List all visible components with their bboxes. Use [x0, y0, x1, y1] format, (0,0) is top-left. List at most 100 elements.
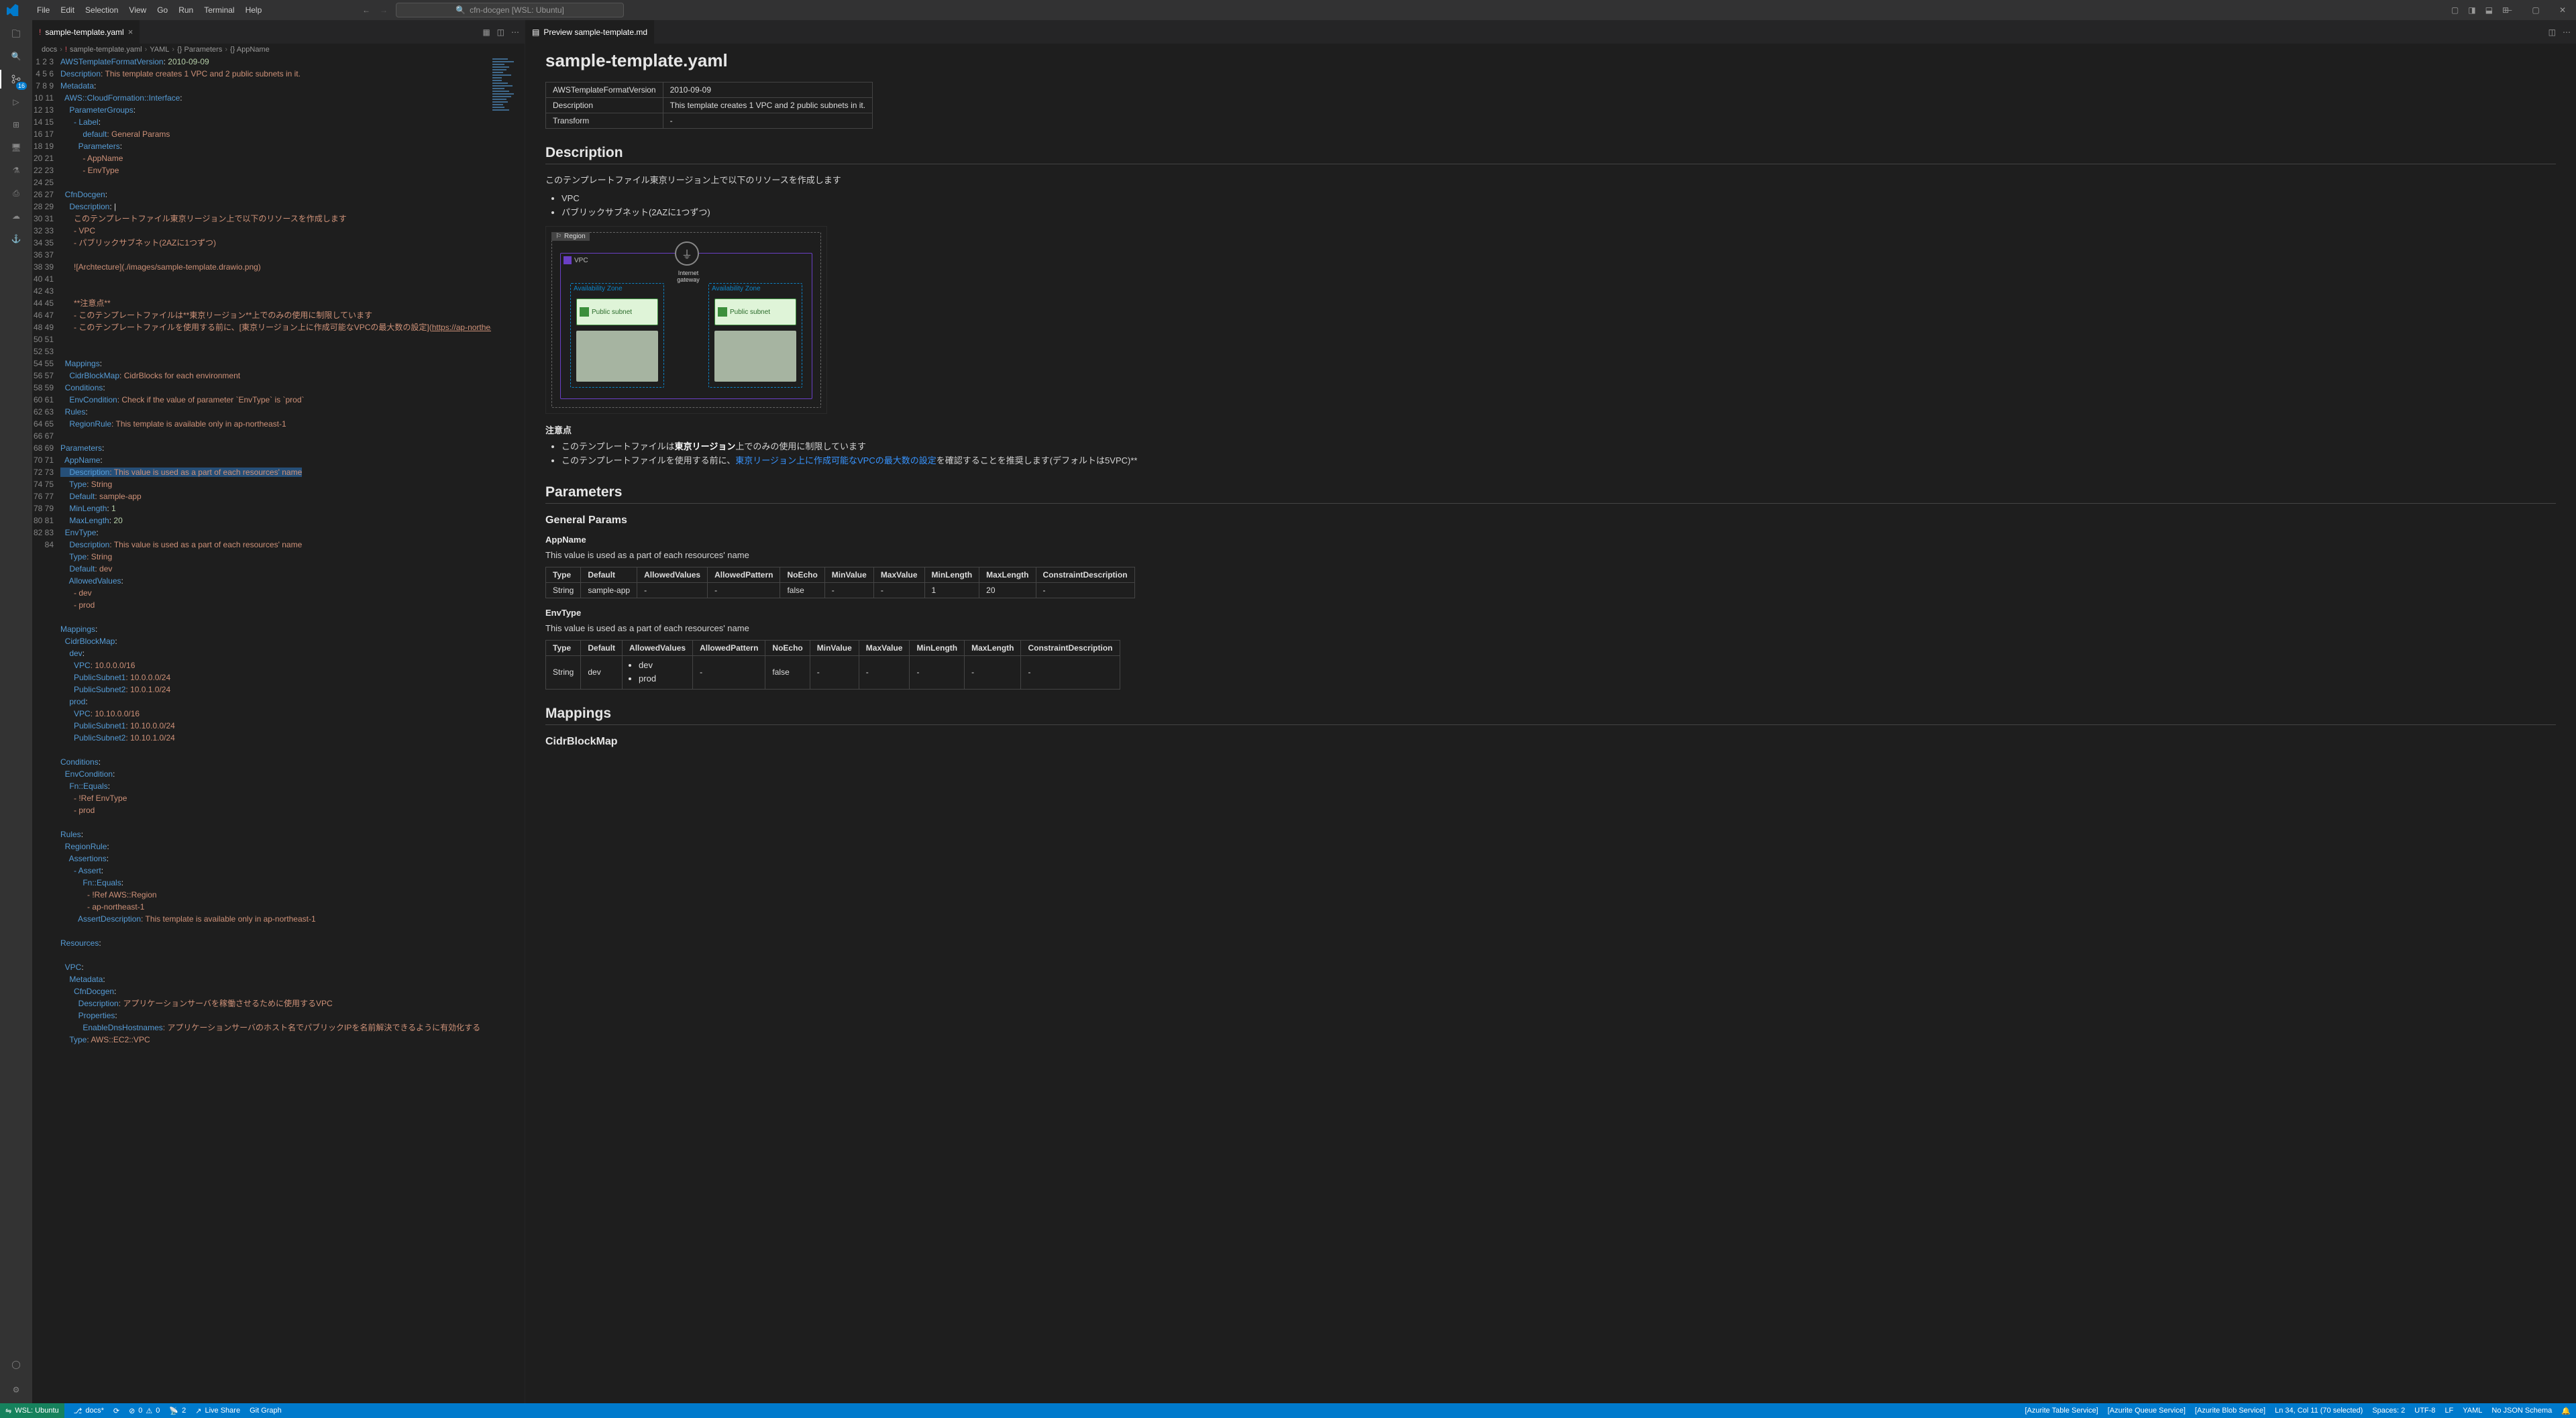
cidrblockmap-heading: CidrBlockMap [545, 736, 2556, 748]
editor-tabs-left: ! sample-template.yaml × ▦ ◫ ⋯ [32, 20, 525, 44]
status-sync[interactable]: ⟳ [113, 1407, 119, 1415]
preview-title: sample-template.yaml [545, 50, 2556, 71]
scm-badge: 16 [16, 82, 27, 90]
editor-group-left: ! sample-template.yaml × ▦ ◫ ⋯ docs› ! s… [32, 20, 525, 1403]
remote-explorer-icon[interactable]: 🖥 [7, 138, 25, 157]
code-text[interactable]: AWSTemplateFormatVersion: 2010-09-09 Des… [60, 56, 491, 1403]
status-eol[interactable]: LF [2445, 1407, 2453, 1415]
status-schema[interactable]: No JSON Schema [2491, 1407, 2552, 1415]
source-control-icon[interactable]: 16 [7, 70, 25, 89]
crumb-parameters[interactable]: {} Parameters [177, 46, 222, 54]
menu-help[interactable]: Help [241, 3, 267, 17]
search-icon[interactable]: 🔍 [7, 47, 25, 66]
minimap[interactable] [491, 56, 525, 1403]
status-bell-icon[interactable]: 🔔 [2561, 1407, 2571, 1415]
tab-preview[interactable]: ▤ Preview sample-template.md [525, 20, 655, 44]
status-ports[interactable]: 📡2 [169, 1407, 186, 1415]
title-bar: File Edit Selection View Go Run Terminal… [0, 0, 2576, 20]
toggle-panel-icon[interactable]: ▢ [2451, 5, 2459, 15]
activity-bar: 🔍 16 ▷ ⊞ 🖥 ⚗ ⎙ ☁ ⚓ ◯ ⚙ [0, 20, 32, 1403]
menu-bar: File Edit Selection View Go Run Terminal… [0, 3, 266, 17]
description-list: VPC パブリックサブネット(2AZに1つずつ) [545, 192, 2556, 220]
appname-table: TypeDefaultAllowedValuesAllowedPatternNo… [545, 567, 1135, 598]
markdown-preview[interactable]: sample-template.yaml AWSTemplateFormatVe… [525, 44, 2576, 1403]
status-cursor[interactable]: Ln 34, Col 11 (70 selected) [2275, 1407, 2363, 1415]
extensions-icon[interactable]: ⊞ [7, 115, 25, 134]
description-heading: Description [545, 145, 2556, 164]
status-language[interactable]: YAML [2463, 1407, 2482, 1415]
nav-forward-icon[interactable]: → [380, 5, 388, 15]
error-icon: ⊘ [129, 1407, 135, 1415]
status-gitgraph[interactable]: Git Graph [250, 1407, 282, 1415]
crumb-file[interactable]: sample-template.yaml [70, 46, 142, 54]
status-liveshare[interactable]: ↗Live Share [195, 1407, 240, 1415]
status-branch[interactable]: ⎇docs* [74, 1407, 104, 1415]
docker-icon[interactable]: ⚓ [7, 229, 25, 248]
status-right: [Azurite Table Service] [Azurite Queue S… [2025, 1407, 2571, 1415]
status-encoding[interactable]: UTF-8 [2414, 1407, 2435, 1415]
envtype-heading: EnvType [545, 608, 2556, 618]
description-text: このテンプレートファイル東京リージョン上で以下のリソースを作成します [545, 174, 2556, 188]
igw-icon: ⏚ [675, 241, 699, 266]
tab-sample-template[interactable]: ! sample-template.yaml × [32, 20, 140, 44]
split-editor-icon[interactable]: ◫ [497, 28, 504, 37]
split-editor-right-icon[interactable]: ◫ [2548, 28, 2556, 37]
search-icon: 🔍 [455, 5, 466, 15]
note-list: このテンプレートファイルは東京リージョン上でのみの使用に制限しています このテン… [545, 440, 2556, 468]
menu-file[interactable]: File [32, 3, 54, 17]
code-editor[interactable]: 1 2 3 4 5 6 7 8 9 10 11 12 13 14 15 16 1… [32, 56, 525, 1403]
preview-icon: ▤ [532, 28, 539, 37]
preview-tab-label: Preview sample-template.md [543, 28, 647, 37]
quota-link[interactable]: 東京リージョン上に作成可能なVPCの最大数の設定 [735, 455, 936, 466]
run-debug-icon[interactable]: ▷ [7, 93, 25, 111]
crumb-folder[interactable]: docs [42, 46, 57, 54]
line-gutter: 1 2 3 4 5 6 7 8 9 10 11 12 13 14 15 16 1… [32, 56, 60, 1403]
github-icon[interactable]: ⎙ [7, 184, 25, 203]
crumb-yaml[interactable]: YAML [150, 46, 169, 54]
param-group-heading: General Params [545, 514, 2556, 527]
close-icon[interactable]: ✕ [2549, 0, 2576, 20]
remote-indicator[interactable]: ⇋WSL: Ubuntu [0, 1403, 64, 1418]
tab-label: sample-template.yaml [45, 28, 123, 37]
status-spaces[interactable]: Spaces: 2 [2372, 1407, 2405, 1415]
more-icon[interactable]: ⋯ [511, 28, 519, 37]
settings-gear-icon[interactable]: ⚙ [7, 1380, 25, 1399]
azurite-queue[interactable]: [Azurite Queue Service] [2108, 1407, 2186, 1415]
tab-close-icon[interactable]: × [128, 27, 133, 37]
mappings-heading: Mappings [545, 706, 2556, 725]
menu-edit[interactable]: Edit [56, 3, 79, 17]
run-icon[interactable]: ▦ [482, 28, 490, 37]
azurite-table[interactable]: [Azurite Table Service] [2025, 1407, 2098, 1415]
aws-icon[interactable]: ☁ [7, 207, 25, 225]
nav-back-icon[interactable]: ← [362, 5, 370, 15]
status-problems[interactable]: ⊘0 ⚠0 [129, 1407, 160, 1415]
testing-icon[interactable]: ⚗ [7, 161, 25, 180]
more-right-icon[interactable]: ⋯ [2563, 28, 2571, 37]
menu-run[interactable]: Run [174, 3, 198, 17]
command-center[interactable]: 🔍 cfn-docgen [WSL: Ubuntu] [396, 3, 624, 17]
warning-icon: ⚠ [146, 1407, 152, 1415]
window-controls: ─ ▢ ✕ [2496, 0, 2576, 20]
note-heading: 注意点 [545, 423, 2556, 436]
maximize-icon[interactable]: ▢ [2522, 0, 2549, 20]
menu-view[interactable]: View [124, 3, 151, 17]
appname-desc: This value is used as a part of each res… [545, 549, 2556, 563]
accounts-icon[interactable]: ◯ [7, 1355, 25, 1374]
azurite-blob[interactable]: [Azurite Blob Service] [2195, 1407, 2265, 1415]
architecture-diagram: ⚐Region VPC ⏚ Internet gateway Availabil… [545, 226, 827, 414]
appname-heading: AppName [545, 535, 2556, 545]
nav-history: ← → [362, 5, 388, 15]
explorer-icon[interactable] [7, 24, 25, 43]
menu-selection[interactable]: Selection [80, 3, 123, 17]
yaml-file-icon: ! [39, 28, 41, 37]
crumb-appname[interactable]: {} AppName [230, 46, 270, 54]
menu-terminal[interactable]: Terminal [199, 3, 239, 17]
minimize-icon[interactable]: ─ [2496, 0, 2522, 20]
breadcrumb[interactable]: docs› ! sample-template.yaml› YAML› {} P… [32, 44, 525, 56]
toggle-panel2-icon[interactable]: ⬓ [2485, 5, 2493, 15]
menu-go[interactable]: Go [152, 3, 172, 17]
toggle-sidebar-icon[interactable]: ◨ [2468, 5, 2475, 15]
subnet-icon [580, 307, 589, 317]
sync-icon: ⟳ [113, 1407, 119, 1415]
status-bar: ⇋WSL: Ubuntu ⎇docs* ⟳ ⊘0 ⚠0 📡2 ↗Live Sha… [0, 1403, 2576, 1418]
